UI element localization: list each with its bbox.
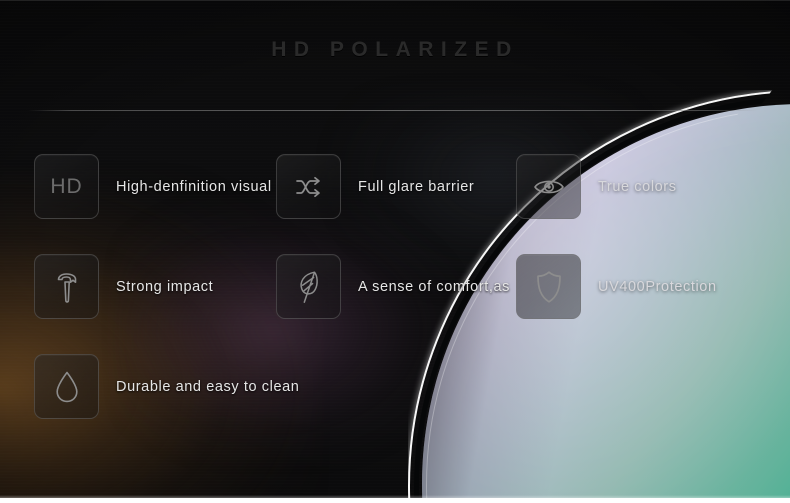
header-divider	[28, 110, 758, 111]
shuffle-icon-box	[276, 154, 341, 219]
feature-row: HD High-denfinition visual Full glare ba…	[34, 154, 774, 255]
feature-row: Durable and easy to clean	[34, 354, 774, 455]
feature-label: Durable and easy to clean	[116, 378, 300, 395]
feather-icon-box	[276, 254, 341, 319]
hammer-icon-box	[34, 254, 99, 319]
top-hairline	[0, 0, 790, 1]
eye-icon	[533, 176, 565, 198]
feature-item-strong-impact: Strong impact	[34, 254, 214, 319]
feature-list: HD High-denfinition visual Full glare ba…	[34, 154, 774, 455]
bottom-white-strip	[0, 498, 790, 503]
feather-icon	[295, 269, 323, 305]
shield-icon-box	[516, 254, 581, 319]
shield-icon	[535, 270, 563, 304]
feature-label: UV400Protection	[598, 278, 717, 295]
page-title: HD POLARIZED	[271, 38, 519, 61]
feature-label: Full glare barrier	[358, 178, 475, 195]
hammer-icon	[53, 271, 81, 303]
feature-label: True colors	[598, 178, 677, 195]
feature-item-full-glare-barrier: Full glare barrier	[276, 154, 475, 219]
feature-label: High-denfinition visual	[116, 178, 272, 195]
feature-row: Strong impact A sense of comfort,as UV40…	[34, 254, 774, 355]
eye-icon-box	[516, 154, 581, 219]
product-feature-banner: HD POLARIZED HD High-denfinition visual	[0, 0, 790, 503]
feature-item-sense-of-comfort: A sense of comfort,as	[276, 254, 511, 319]
feature-label: Strong impact	[116, 278, 214, 295]
feature-item-true-colors: True colors	[516, 154, 677, 219]
shuffle-icon	[294, 175, 324, 199]
hd-icon: HD	[50, 174, 83, 198]
feature-item-high-definition-visual: HD High-denfinition visual	[34, 154, 272, 219]
water-drop-icon	[54, 370, 80, 404]
feature-item-uv400-protection: UV400Protection	[516, 254, 717, 319]
water-drop-icon-box	[34, 354, 99, 419]
feature-item-durable-easy-to-clean: Durable and easy to clean	[34, 354, 300, 419]
hd-icon-box: HD	[34, 154, 99, 219]
feature-label: A sense of comfort,as	[358, 278, 511, 295]
